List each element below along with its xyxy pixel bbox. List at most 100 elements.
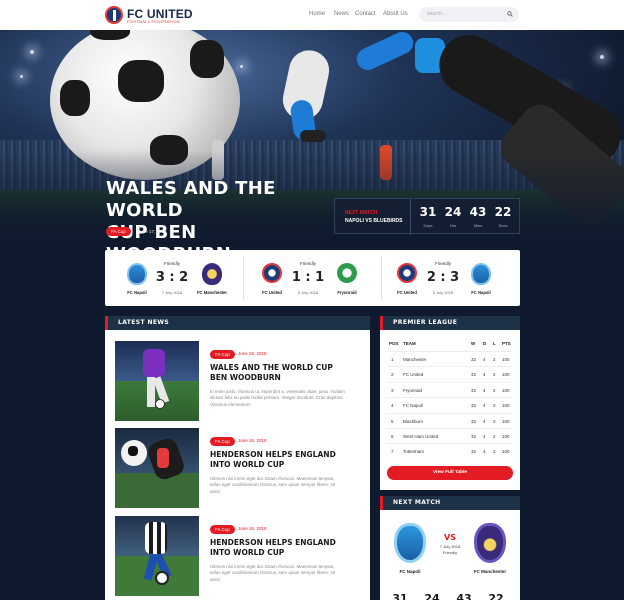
result-1-away: FC Manchester [196, 290, 228, 295]
cell-pos: 1 [391, 357, 394, 362]
news-excerpt: Ultrices nisi lorem eget dui. Etiam rhon… [210, 564, 336, 582]
news-excerpt: Ultrices nisi lorem eget dui. Etiam rhon… [210, 476, 336, 494]
nav-news[interactable]: News [334, 11, 349, 17]
hero-title-line-1: WALES AND THE WORLD [106, 178, 276, 221]
cell-pts: 100 [502, 418, 510, 424]
news-item[interactable]: FA Cup June 26, 2018 WALES AND THE WORLD… [115, 341, 365, 421]
countdown-days-label: Days [423, 223, 433, 228]
result-2-competition: Friendly [299, 261, 316, 266]
cell-d: 4 [483, 434, 486, 439]
cell-d: 4 [483, 418, 486, 424]
league-table-row[interactable]: 5 Blackburn 32 4 2 100 [387, 412, 513, 428]
cell-pts: 100 [502, 357, 510, 362]
news-thumbnail[interactable] [115, 516, 199, 596]
logo-crest-icon[interactable] [105, 6, 123, 24]
news-excerpt: In enim justo, rhoncus ut, imperdiet a, … [210, 389, 345, 407]
cell-pos: 5 [391, 418, 394, 424]
result-1-competition: Friendly [163, 261, 180, 266]
fc-napoli-crest-icon [471, 263, 491, 285]
search-icon[interactable] [507, 11, 513, 17]
league-table-row[interactable]: 1 Manchester 32 4 2 100 [387, 351, 513, 366]
news-date: June 26, 2018 [238, 438, 267, 443]
cell-team: Tottenham [403, 449, 425, 455]
news-title[interactable]: HENDERSON HELPS ENGLAND INTO WORLD CUP [210, 538, 360, 558]
cell-team: FC United [403, 372, 424, 378]
news-title-line-1: WALES AND THE WORLD CUP [210, 363, 333, 372]
countdown-days: 31 [419, 205, 437, 219]
league-table-row[interactable]: 2 FC United 32 4 2 100 [387, 366, 513, 381]
premier-league-heading: PREMIER LEAGUE [380, 316, 520, 330]
col-l: L [493, 341, 496, 346]
news-item[interactable]: FA Cup June 26, 2018 HENDERSON HELPS ENG… [115, 428, 365, 508]
league-table-row[interactable]: 4 FC Napoli 32 4 2 100 [387, 397, 513, 412]
league-table-row[interactable]: 7 Tottenham 32 4 2 100 [387, 443, 513, 458]
col-w: W [471, 341, 476, 346]
fc-napoli-crest-icon [394, 523, 426, 563]
cell-w: 32 [471, 357, 477, 362]
cell-team: FC Napoli [403, 403, 424, 409]
news-date: June 26, 2018 [238, 526, 267, 531]
result-1-score[interactable]: 3 : 2 [142, 270, 202, 285]
league-table-row[interactable]: 6 West Ham United 32 4 2 100 [387, 428, 513, 443]
result-3-score[interactable]: 2 : 3 [413, 270, 473, 285]
news-category-badge[interactable]: FA Cup [210, 350, 235, 359]
result-3-away: FC Napoli [471, 290, 491, 295]
news-title[interactable]: WALES AND THE WORLD CUP BEN WOODBURN [210, 363, 360, 383]
countdown-label: NEXT MATCH [345, 210, 378, 216]
next-match-home: FC Napoli [399, 569, 421, 574]
col-team: TEAM [403, 341, 416, 346]
view-full-table-button[interactable]: View Full Table [387, 466, 513, 480]
news-title-line-1: HENDERSON HELPS ENGLAND [210, 450, 336, 459]
cell-l: 2 [493, 449, 496, 455]
cell-team: Blackburn [403, 418, 424, 424]
next-match-countdown-mins: 43 [456, 592, 472, 600]
next-match-vs: VS [444, 533, 456, 542]
countdown-mins: 43 [469, 205, 487, 219]
result-2-away: Fryonraid [337, 290, 357, 295]
news-thumbnail[interactable] [115, 341, 199, 421]
cell-pos: 4 [391, 403, 394, 409]
fc-manchester-crest-icon [202, 263, 222, 285]
news-date: June 26, 2018 [238, 351, 267, 356]
nav-about-us[interactable]: About Us [383, 11, 408, 17]
latest-news-heading: LATEST NEWS [105, 316, 370, 330]
cell-w: 32 [471, 372, 477, 378]
hero-date: June 17, 2018 [138, 229, 167, 234]
cell-pts: 100 [502, 372, 510, 378]
news-title-line-1: HENDERSON HELPS ENGLAND [210, 538, 336, 547]
next-match-away: FC Manchester [473, 569, 507, 574]
cell-team: West Ham United [403, 434, 439, 439]
cell-d: 4 [483, 357, 486, 362]
cell-pts: 100 [502, 403, 510, 409]
next-match-countdown-hours: 24 [424, 592, 440, 600]
site-header: FC UNITED FOOTBALL FEDERATION Home News … [0, 0, 624, 30]
hero-category-badge[interactable]: FA Cup [106, 227, 131, 236]
news-title-line-2: INTO WORLD CUP [210, 548, 285, 557]
cell-pos: 3 [391, 387, 394, 393]
fryonraid-crest-icon [337, 263, 357, 283]
cell-w: 32 [471, 434, 477, 439]
news-title[interactable]: HENDERSON HELPS ENGLAND INTO WORLD CUP [210, 450, 360, 470]
cell-w: 32 [471, 418, 477, 424]
news-item[interactable]: FA Cup June 26, 2018 HENDERSON HELPS ENG… [115, 516, 365, 596]
news-thumbnail[interactable] [115, 428, 199, 508]
logo-subtitle: FOOTBALL FEDERATION [127, 19, 181, 24]
latest-news-panel: LATEST NEWS FA Cup June 26, 2018 WALES A… [105, 316, 370, 600]
cell-l: 2 [493, 418, 496, 424]
league-table-header: POS TEAM W D L PTS [387, 336, 513, 351]
news-category-badge[interactable]: FA Cup [210, 437, 235, 446]
nav-home[interactable]: Home [309, 11, 325, 17]
cell-l: 2 [493, 434, 496, 439]
hero-banner [0, 30, 624, 240]
cell-w: 32 [471, 387, 477, 393]
news-category-badge[interactable]: FA Cup [210, 525, 235, 534]
nav-contact[interactable]: Contact [355, 11, 376, 17]
countdown-mins-label: Mins [473, 223, 483, 228]
cell-pos: 2 [391, 372, 394, 378]
hero-countdown: NEXT MATCH NAPOLI VS BLUEBIRDS 31 Days 2… [334, 198, 520, 235]
result-2-score[interactable]: 1 : 1 [278, 270, 338, 285]
league-table-row[interactable]: 3 Fryonraid 32 4 2 100 [387, 381, 513, 397]
cell-d: 4 [483, 387, 486, 393]
cell-d: 4 [483, 372, 486, 378]
search-input[interactable]: search... [419, 7, 519, 22]
